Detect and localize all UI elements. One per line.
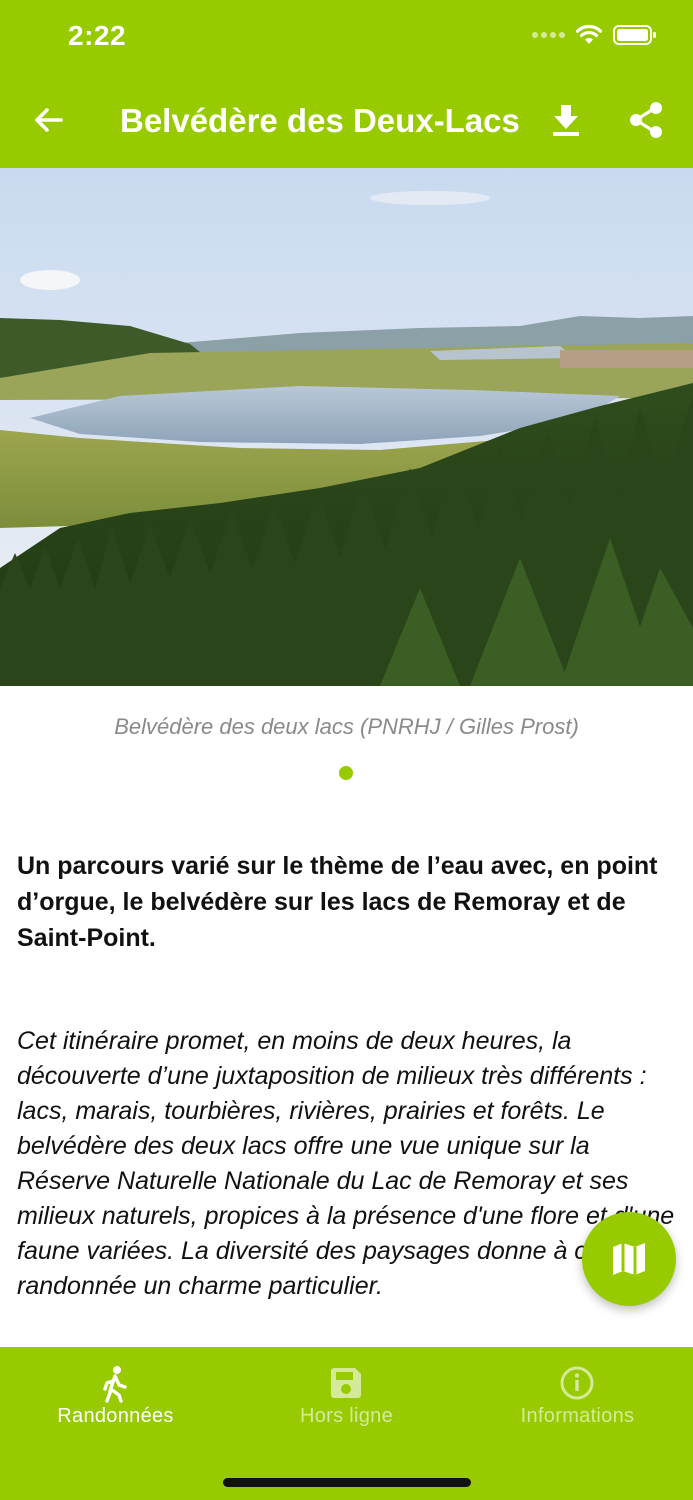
wifi-icon xyxy=(575,24,603,44)
back-arrow-icon[interactable] xyxy=(28,100,68,140)
landscape-photo[interactable] xyxy=(0,168,693,686)
photo-caption: Belvédère des deux lacs (PNRHJ / Gilles … xyxy=(114,714,579,739)
battery-icon xyxy=(613,25,656,45)
download-icon[interactable] xyxy=(546,100,586,140)
bottom-navigation: Randonnées Hors ligne Informations xyxy=(0,1347,693,1500)
info-icon xyxy=(560,1366,594,1400)
status-bar: 2:22 xyxy=(0,0,693,80)
intro-text: Un parcours varié sur le thème de l’eau … xyxy=(17,852,658,952)
nav-tab-hors-ligne[interactable]: Hors ligne xyxy=(231,1347,462,1447)
nav-label-hors-ligne: Hors ligne xyxy=(299,1405,394,1427)
home-indicator[interactable] xyxy=(223,1478,471,1487)
share-icon[interactable] xyxy=(626,100,666,140)
map-fab-button[interactable] xyxy=(582,1212,676,1306)
nav-tab-randonnees[interactable]: Randonnées xyxy=(0,1347,231,1447)
map-icon xyxy=(613,1243,645,1275)
status-icons xyxy=(532,24,657,46)
carousel-indicator-dot[interactable] xyxy=(339,766,353,780)
description-text: Cet itinéraire promet, en moins de deux … xyxy=(17,1027,675,1300)
nav-tab-informations[interactable]: Informations xyxy=(462,1347,693,1447)
hiker-icon xyxy=(103,1366,127,1403)
save-icon xyxy=(331,1368,361,1398)
page-title: Belvédère des Deux-Lacs xyxy=(120,102,520,139)
app-bar: Belvédère des Deux-Lacs xyxy=(0,80,693,168)
nav-label-randonnees: Randonnées xyxy=(57,1405,174,1427)
nav-label-informations: Informations xyxy=(520,1405,635,1427)
cellular-signal-icon xyxy=(532,32,565,38)
status-time: 2:22 xyxy=(68,20,127,51)
